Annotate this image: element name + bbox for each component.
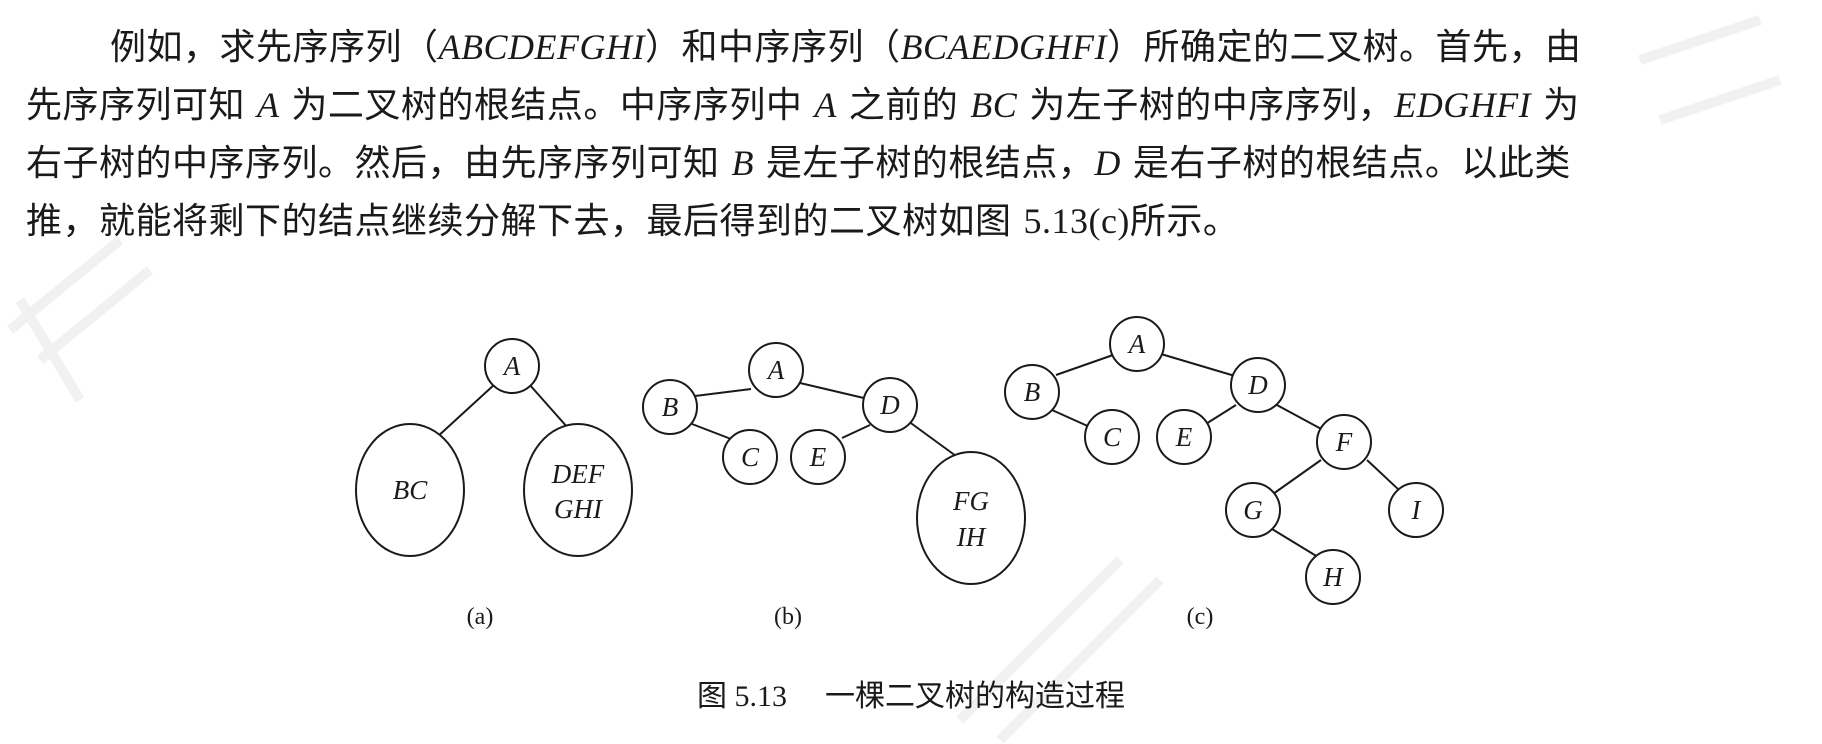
subtree-right-b <box>916 451 1026 585</box>
node-label: B <box>662 392 679 422</box>
edge <box>528 383 569 429</box>
edge <box>435 383 496 439</box>
edge <box>1051 409 1093 429</box>
node-label: A <box>502 351 521 381</box>
edge <box>1272 459 1322 495</box>
figure-sublabel-b: (b) <box>774 604 802 630</box>
subtree-label: FG <box>952 486 989 516</box>
edge <box>841 424 871 439</box>
node-label: F <box>1335 427 1353 457</box>
edge <box>1271 528 1319 558</box>
edge <box>1055 354 1114 376</box>
edge <box>907 420 957 457</box>
figure-number: 图 5.13 <box>697 680 787 713</box>
figure-sublabel-a: (a) <box>467 604 494 630</box>
node-label: D <box>879 390 900 420</box>
figure-caption: 图 5.13 一棵二叉树的构造过程 <box>0 672 1822 722</box>
subtree-label: DEF <box>551 459 605 489</box>
binary-tree-figure: A BC DEF GHI (a) A B C E D FG IH (b) A B… <box>355 316 1444 630</box>
node-label: B <box>1024 377 1041 407</box>
edge <box>1160 353 1236 377</box>
edge <box>694 388 752 397</box>
node-label: G <box>1243 495 1263 525</box>
node-label: C <box>741 442 760 472</box>
node-label: E <box>809 442 827 472</box>
node-label: A <box>766 355 785 385</box>
node-label: H <box>1322 562 1344 592</box>
figure-sublabel-c: (c) <box>1187 604 1214 630</box>
tree-c <box>1004 316 1444 605</box>
edge <box>1366 459 1400 491</box>
figure-title: 一棵二叉树的构造过程 <box>825 679 1125 714</box>
edge <box>1274 403 1326 432</box>
node-label: E <box>1175 422 1193 452</box>
subtree-label: BC <box>393 475 428 505</box>
node-label: A <box>1127 329 1146 359</box>
subtree-right-a <box>523 423 633 557</box>
subtree-label: GHI <box>554 494 604 524</box>
node-label: D <box>1247 370 1268 400</box>
edge <box>691 423 732 440</box>
node-label: C <box>1103 422 1122 452</box>
edge <box>799 382 869 400</box>
subtree-label: IH <box>956 522 987 552</box>
